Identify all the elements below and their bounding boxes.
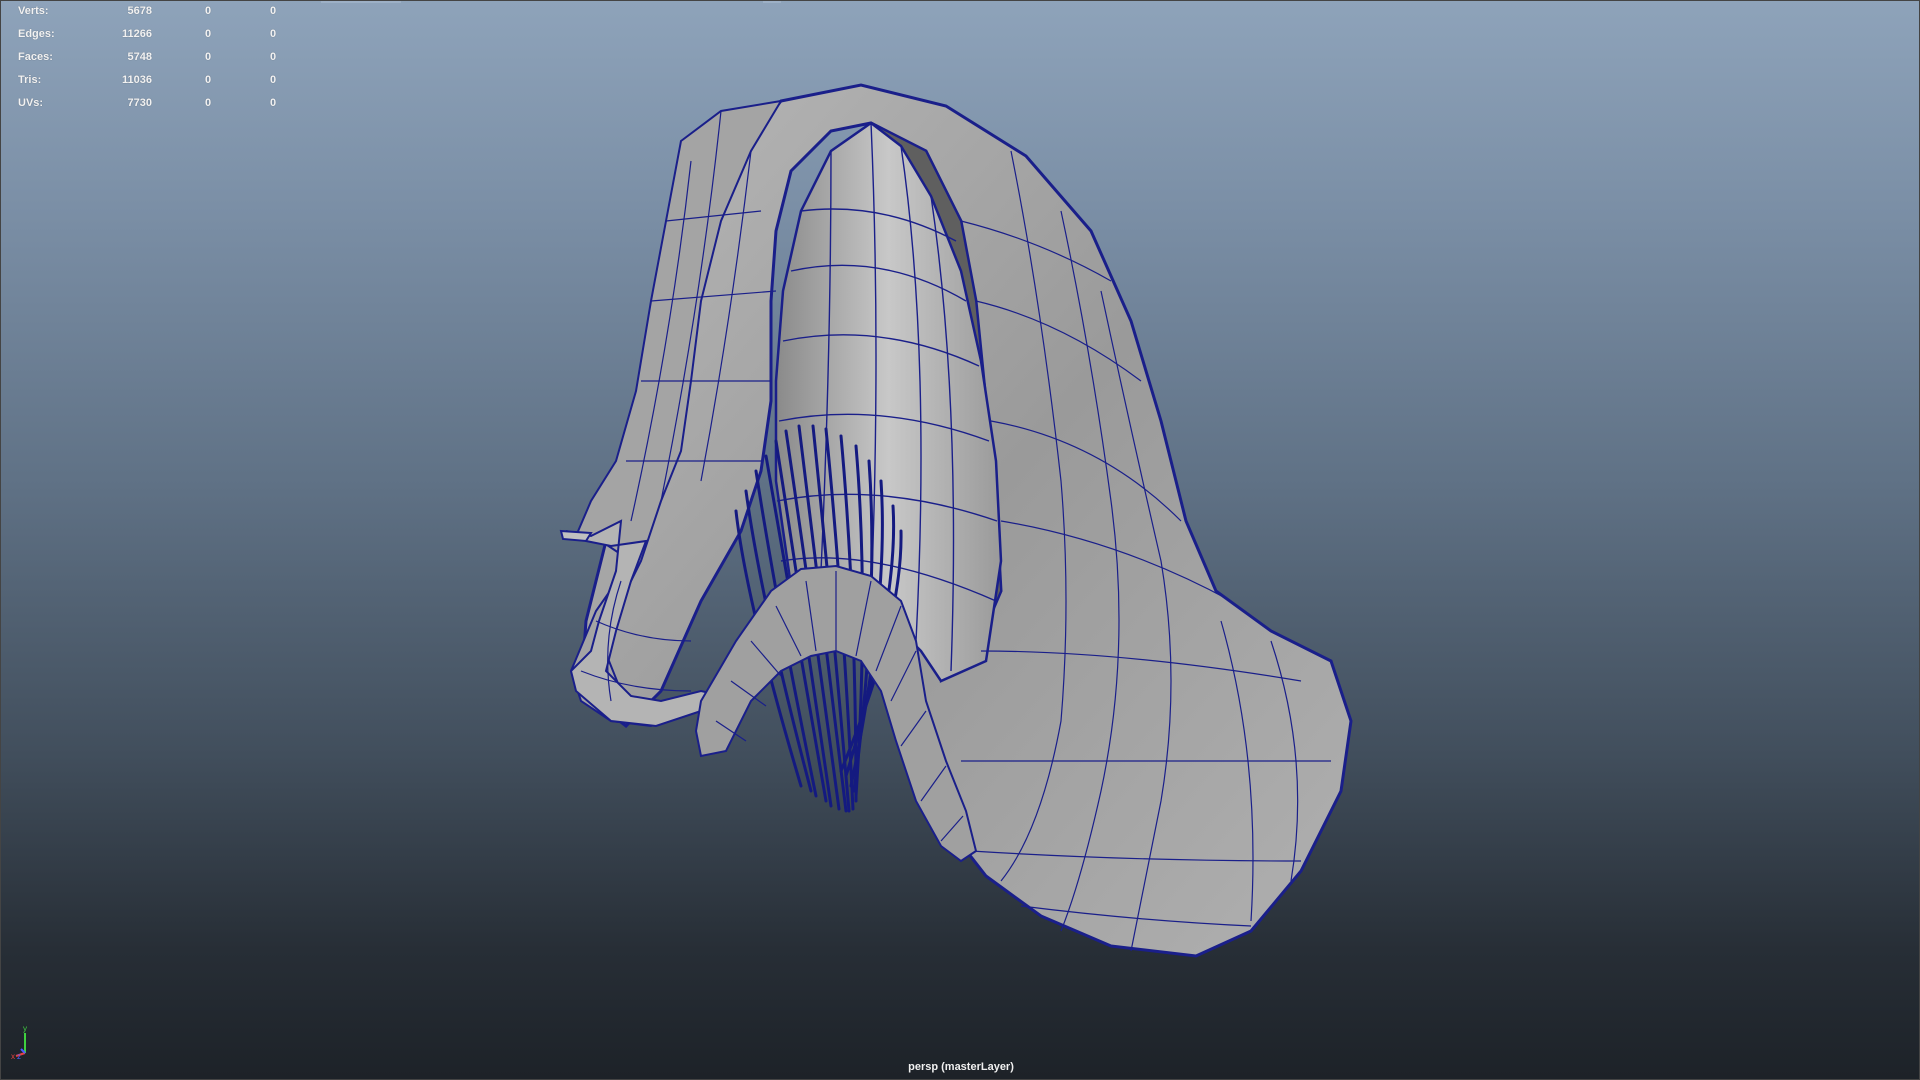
hud-row-faces: Faces: 5748 0 0 [18, 51, 278, 74]
hud-value: 5748 [127, 51, 152, 63]
hud-row-uvs: UVs: 7730 0 0 [18, 97, 278, 120]
hud-label: Faces: [18, 51, 53, 63]
hud-component: 0 [269, 5, 277, 17]
axis-z-label: z [17, 1052, 21, 1059]
hud-value: 11266 [122, 28, 152, 40]
axis-gizmo-icon: y x z [11, 1024, 27, 1059]
hud-row-verts: Verts: 5678 0 0 [18, 5, 278, 28]
hud-row-edges: Edges: 11266 0 0 [18, 28, 278, 51]
camera-label: persp (masterLayer) [908, 1061, 1014, 1073]
hud-selected: 0 [204, 74, 212, 86]
axis-x-label: x [11, 1052, 15, 1059]
hud-component: 0 [269, 97, 277, 109]
hud-label: Edges: [18, 28, 55, 40]
hud-value: 5678 [127, 5, 152, 17]
hud-label: UVs: [18, 97, 44, 109]
hud-value: 7730 [127, 97, 152, 109]
hud-selected: 0 [204, 51, 212, 63]
hud-label: Verts: [18, 5, 49, 17]
perspective-viewport[interactable]: Verts: 5678 0 0 Edges: 11266 0 0 Faces: … [0, 0, 1920, 1080]
hud-selected: 0 [204, 97, 212, 109]
axis-y-label: y [23, 1024, 27, 1033]
hud-selected: 0 [204, 28, 212, 40]
hud-selected: 0 [204, 5, 212, 17]
hair-left-tip [559, 529, 593, 543]
hud-row-tris: Tris: 11036 0 0 [18, 74, 278, 97]
hud-value: 11036 [122, 74, 152, 86]
hud-component: 0 [269, 28, 277, 40]
poly-count-hud: Verts: 5678 0 0 Edges: 11266 0 0 Faces: … [18, 5, 278, 120]
hud-component: 0 [269, 51, 277, 63]
hair-mesh-wireframe[interactable] [1, 1, 1920, 1080]
hud-component: 0 [269, 74, 277, 86]
hud-label: Tris: [18, 74, 42, 86]
